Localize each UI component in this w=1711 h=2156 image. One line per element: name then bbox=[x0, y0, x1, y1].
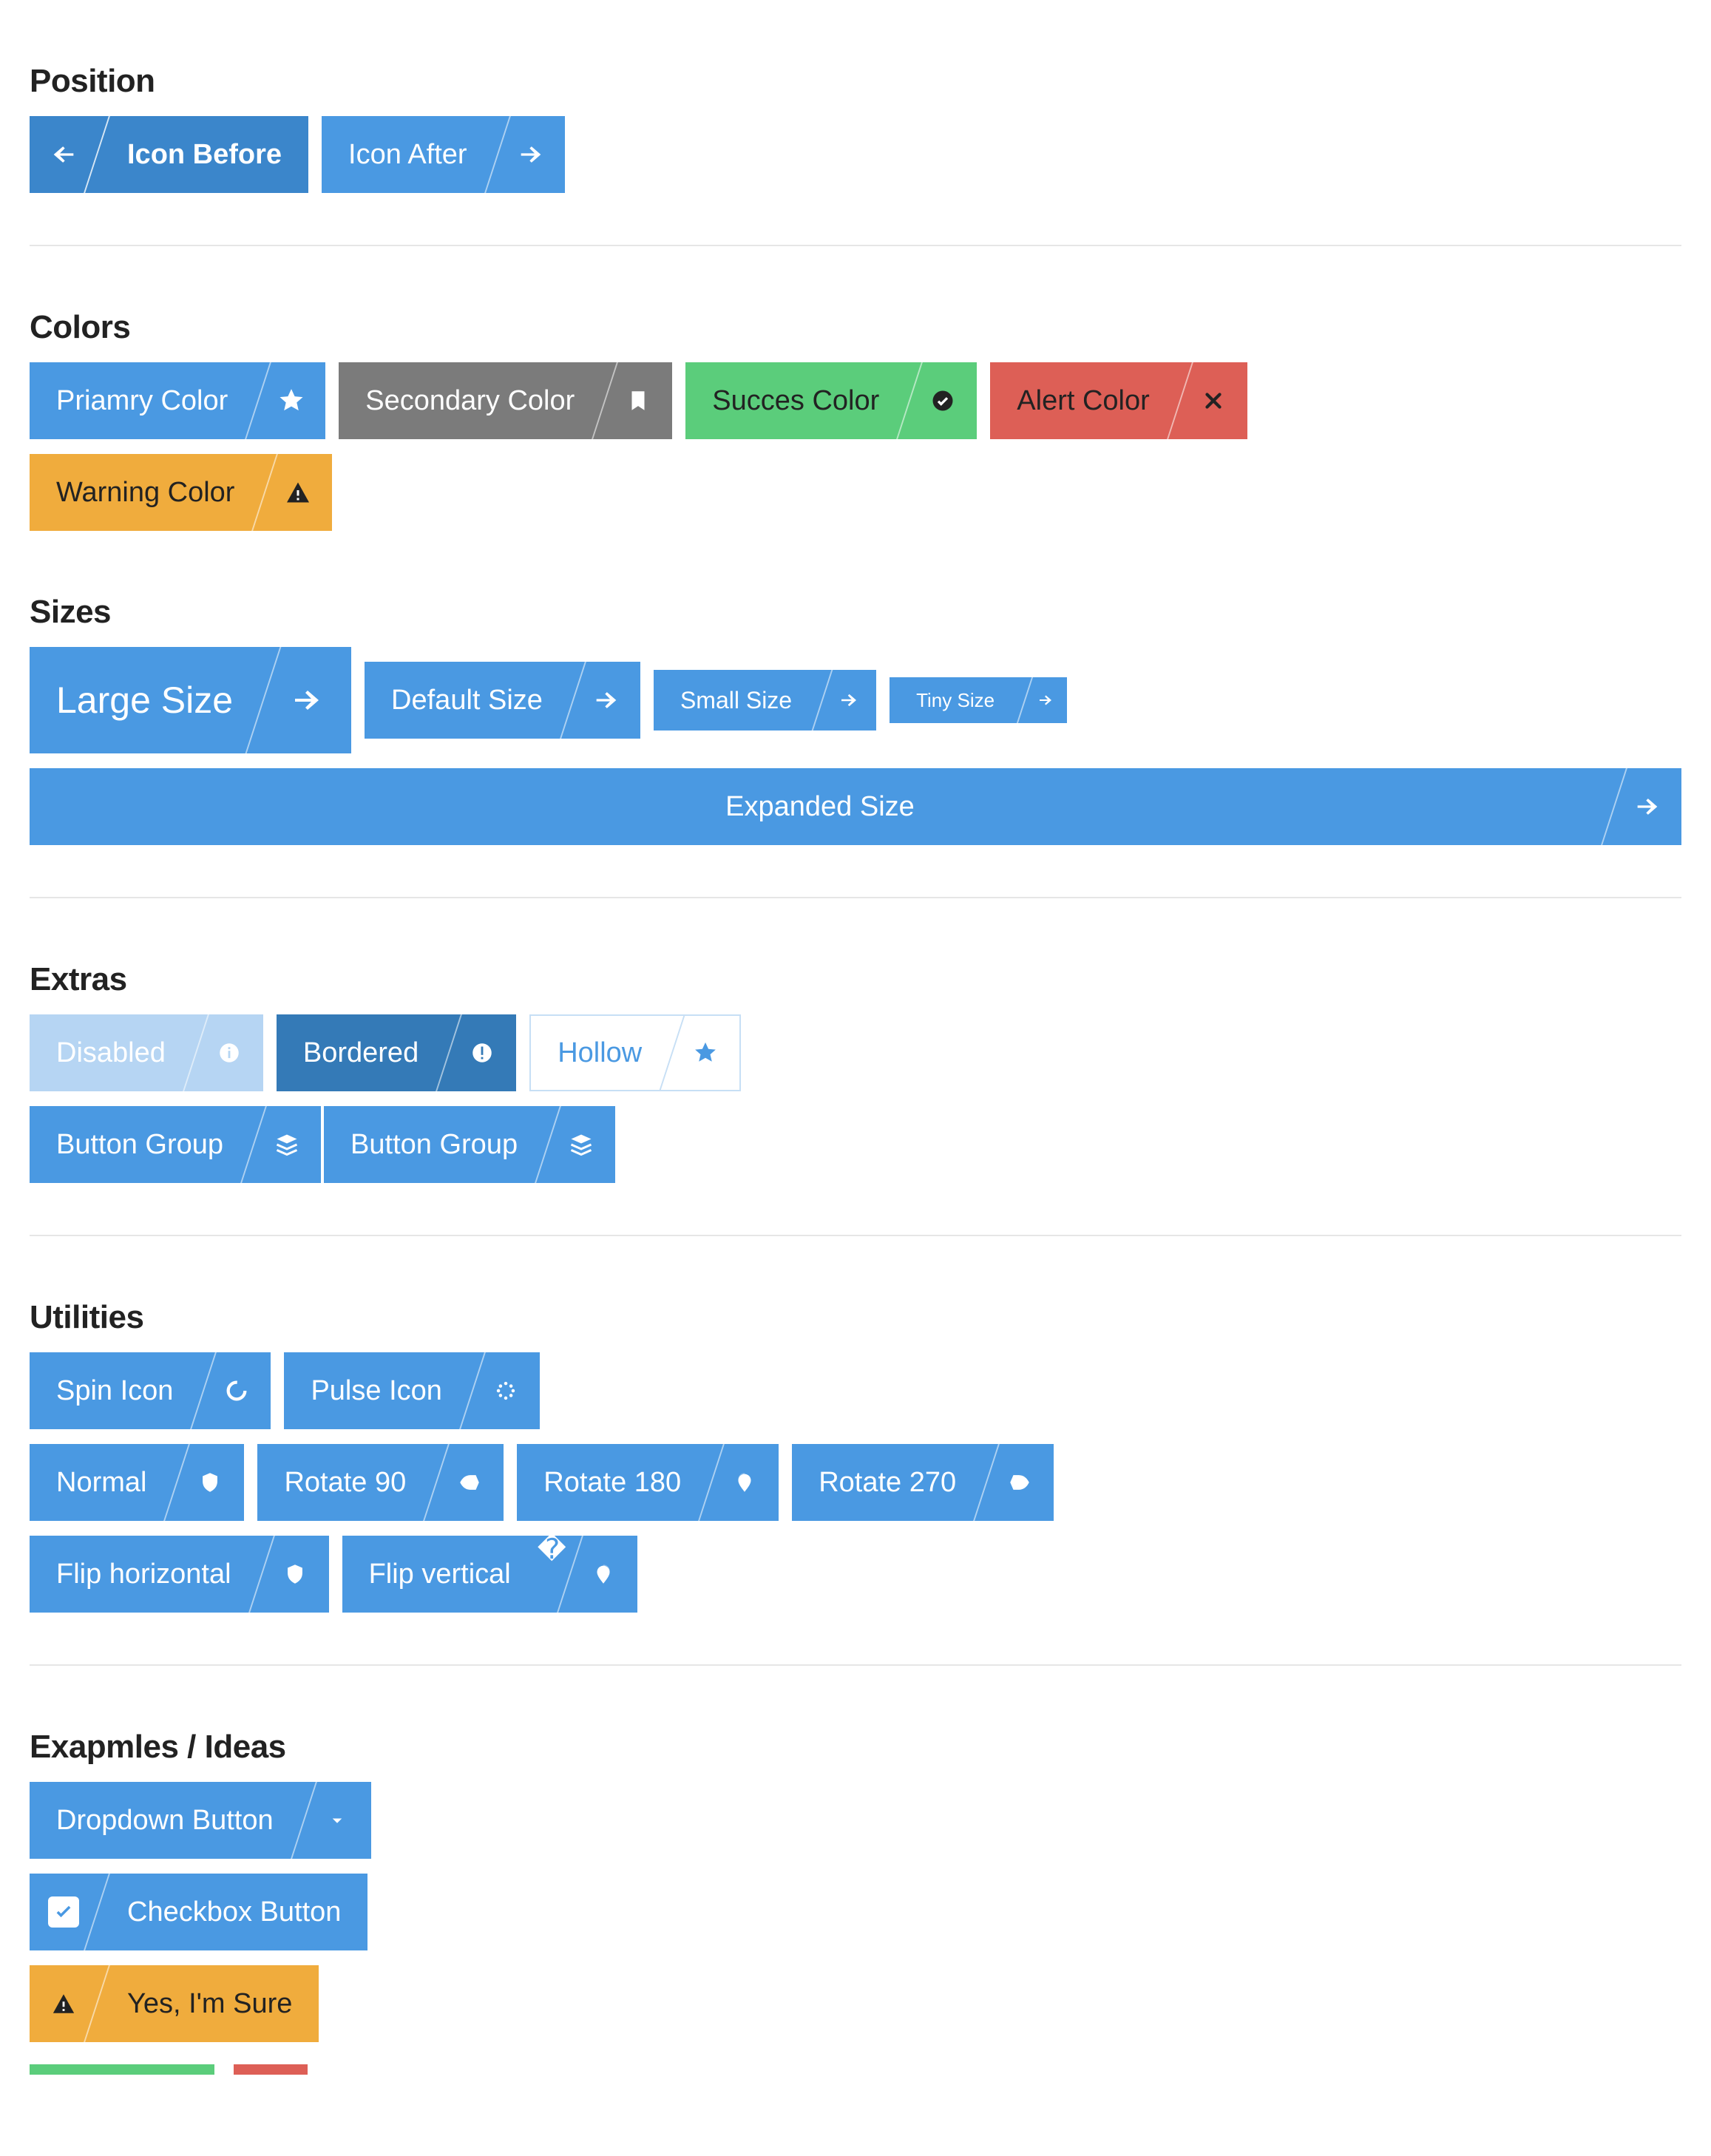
arrow-right-icon bbox=[516, 140, 546, 169]
arrow-right-icon bbox=[838, 689, 860, 711]
button-label: Small Size bbox=[654, 670, 819, 730]
button-label: Priamry Color bbox=[30, 362, 254, 439]
section-title-utilities: Utilities bbox=[30, 1299, 1681, 1336]
secondary-color-button[interactable]: Secondary Color bbox=[339, 362, 672, 439]
spin-icon-button[interactable]: Spin Icon bbox=[30, 1352, 271, 1429]
dots-spinner-icon bbox=[493, 1378, 518, 1403]
shield-icon bbox=[197, 1470, 223, 1495]
large-size-button[interactable]: Large Size bbox=[30, 647, 351, 753]
spinner-icon bbox=[224, 1378, 249, 1403]
flip-horizontal-button[interactable]: Flip horizontal bbox=[30, 1536, 329, 1613]
warning-icon bbox=[285, 479, 311, 506]
section-title-position: Position bbox=[30, 63, 1681, 100]
arrow-right-icon bbox=[289, 682, 325, 718]
rotate-90-button[interactable]: Rotate 90 bbox=[257, 1444, 504, 1521]
button-group-item[interactable]: Button Group bbox=[30, 1106, 321, 1183]
button-label: Disabled bbox=[30, 1014, 192, 1091]
warning-icon bbox=[51, 1991, 76, 2016]
button-label: Large Size bbox=[30, 647, 260, 753]
expanded-size-button[interactable]: Expanded Size bbox=[30, 768, 1681, 845]
button-label: Rotate 270 bbox=[792, 1444, 983, 1521]
default-size-button[interactable]: Default Size bbox=[365, 662, 640, 739]
checkbox-button[interactable]: Checkbox Button bbox=[30, 1874, 367, 1950]
section-utilities: Utilities Spin Icon Pulse Icon Normal Ro… bbox=[30, 1236, 1681, 1613]
button-group-item[interactable]: Button Group bbox=[324, 1106, 615, 1183]
button-label: Default Size bbox=[365, 662, 569, 739]
section-extras: Extras Disabled Bordered Hollow Button G… bbox=[30, 898, 1681, 1183]
button-label: Pulse Icon bbox=[284, 1352, 468, 1429]
pulse-icon-button[interactable]: Pulse Icon bbox=[284, 1352, 539, 1429]
button-label: Icon After bbox=[322, 116, 494, 193]
button-label: Hollow bbox=[531, 1016, 668, 1090]
star-icon bbox=[693, 1040, 718, 1065]
section-title-extras: Extras bbox=[30, 961, 1681, 998]
button-label: Rotate 180 bbox=[517, 1444, 708, 1521]
arrow-right-icon bbox=[1633, 792, 1662, 821]
section-sizes: Sizes Large Size Default Size Small Size… bbox=[30, 531, 1681, 845]
section-examples: Exapmles / Ideas Dropdown Button Checkbo… bbox=[30, 1666, 1681, 2075]
button-group: Button Group Button Group bbox=[30, 1106, 615, 1183]
button-label: Flip horizontal bbox=[30, 1536, 258, 1613]
tiny-size-button[interactable]: Tiny Size bbox=[890, 677, 1067, 723]
info-icon bbox=[217, 1040, 242, 1065]
disabled-button: Disabled bbox=[30, 1014, 263, 1091]
button-label: Bordered bbox=[277, 1014, 445, 1091]
partial-alert-button bbox=[234, 2064, 308, 2075]
button-label: Warning Color bbox=[30, 454, 261, 531]
button-label: Button Group bbox=[30, 1106, 250, 1183]
icon-before-button[interactable]: Icon Before bbox=[30, 116, 308, 193]
hollow-button[interactable]: Hollow bbox=[529, 1014, 741, 1091]
flip-vertical-button[interactable]: Flip vertical � bbox=[342, 1536, 637, 1613]
icon-after-button[interactable]: Icon After bbox=[322, 116, 565, 193]
dropdown-button[interactable]: Dropdown Button bbox=[30, 1782, 371, 1859]
button-label: Alert Color bbox=[990, 362, 1176, 439]
section-position: Position Icon Before Icon After bbox=[30, 0, 1681, 193]
button-label: Secondary Color bbox=[339, 362, 601, 439]
section-colors: Colors Priamry Color Secondary Color Suc… bbox=[30, 246, 1681, 531]
button-label: Tiny Size bbox=[890, 677, 1021, 723]
bordered-button[interactable]: Bordered bbox=[277, 1014, 516, 1091]
primary-color-button[interactable]: Priamry Color bbox=[30, 362, 325, 439]
drop-icon bbox=[732, 1470, 757, 1495]
normal-button[interactable]: Normal bbox=[30, 1444, 244, 1521]
success-color-button[interactable]: Succes Color bbox=[685, 362, 977, 439]
warning-color-button[interactable]: Warning Color bbox=[30, 454, 332, 531]
button-label: Flip vertical bbox=[342, 1536, 538, 1613]
button-label: Normal bbox=[30, 1444, 173, 1521]
star-icon bbox=[277, 387, 305, 415]
button-label: Expanded Size bbox=[30, 768, 1610, 845]
button-label: Rotate 90 bbox=[257, 1444, 433, 1521]
section-title-colors: Colors bbox=[30, 309, 1681, 346]
exclamation-icon bbox=[470, 1040, 495, 1065]
button-label: Dropdown Button bbox=[30, 1782, 300, 1859]
checkbox-icon bbox=[48, 1896, 79, 1928]
rotate-270-button[interactable]: Rotate 270 bbox=[792, 1444, 1054, 1521]
confirm-button[interactable]: Yes, I'm Sure bbox=[30, 1965, 319, 2042]
button-label: Spin Icon bbox=[30, 1352, 200, 1429]
button-label: Succes Color bbox=[685, 362, 906, 439]
arrow-right-icon bbox=[1037, 691, 1054, 709]
caret-down-icon bbox=[326, 1809, 348, 1831]
shield-icon bbox=[282, 1562, 308, 1587]
button-label: Icon Before bbox=[101, 116, 308, 193]
button-label: Yes, I'm Sure bbox=[101, 1965, 319, 2042]
section-title-examples: Exapmles / Ideas bbox=[30, 1729, 1681, 1766]
small-size-button[interactable]: Small Size bbox=[654, 670, 876, 730]
partial-success-button bbox=[30, 2064, 214, 2075]
check-circle-icon bbox=[929, 387, 956, 414]
section-title-sizes: Sizes bbox=[30, 594, 1681, 631]
button-label: Checkbox Button bbox=[101, 1874, 367, 1950]
shield-icon bbox=[457, 1470, 482, 1495]
rotate-180-button[interactable]: Rotate 180 bbox=[517, 1444, 779, 1521]
arrow-left-icon bbox=[49, 140, 78, 169]
drop-icon bbox=[591, 1562, 616, 1587]
close-icon bbox=[1201, 388, 1226, 413]
stack-icon bbox=[274, 1131, 300, 1158]
bookmark-icon bbox=[626, 388, 651, 413]
stack-icon bbox=[568, 1131, 594, 1158]
arrow-right-icon bbox=[592, 685, 621, 715]
alert-color-button[interactable]: Alert Color bbox=[990, 362, 1247, 439]
button-label: Button Group bbox=[324, 1106, 544, 1183]
shield-icon bbox=[1007, 1470, 1032, 1495]
